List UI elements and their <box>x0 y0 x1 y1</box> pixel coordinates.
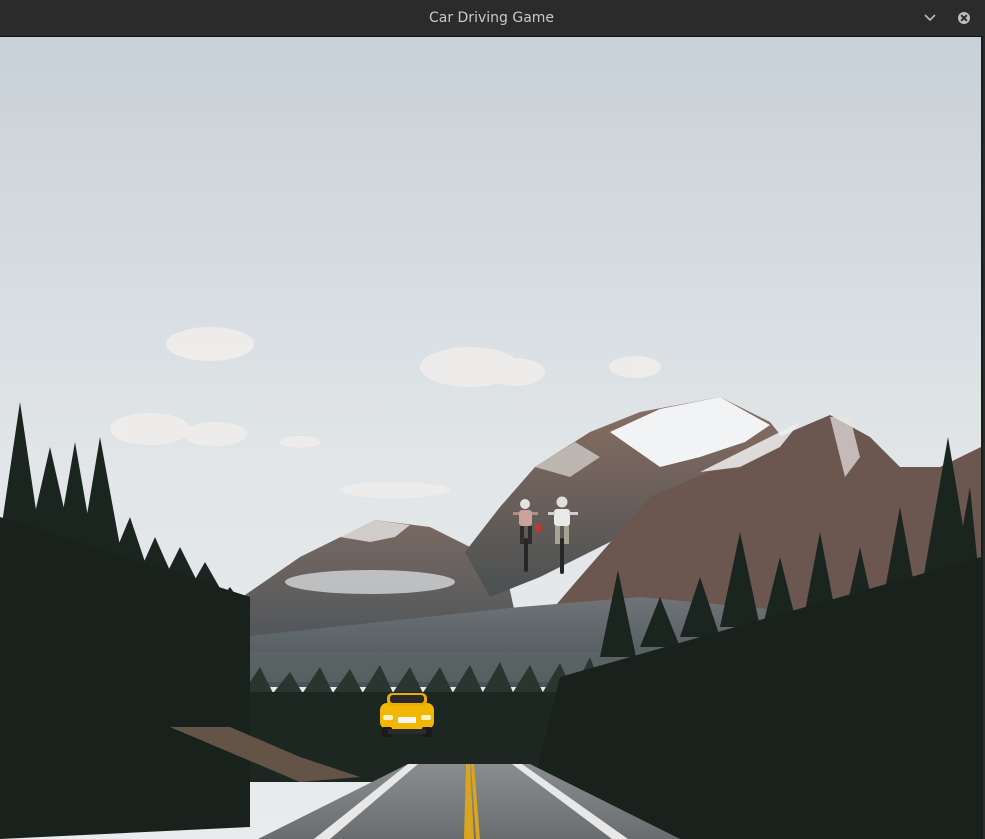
cyclists-obstacle <box>513 496 578 574</box>
close-button[interactable] <box>955 9 973 27</box>
title-bar: Car Driving Game <box>0 0 983 37</box>
window-title: Car Driving Game <box>428 10 555 26</box>
chevron-down-icon <box>924 14 936 22</box>
player-car[interactable] <box>378 691 436 741</box>
game-canvas[interactable] <box>0 37 981 839</box>
close-icon <box>958 12 970 24</box>
game-window: Car Driving Game <box>0 0 985 839</box>
background-scene <box>0 37 981 839</box>
minimize-button[interactable] <box>921 9 939 27</box>
